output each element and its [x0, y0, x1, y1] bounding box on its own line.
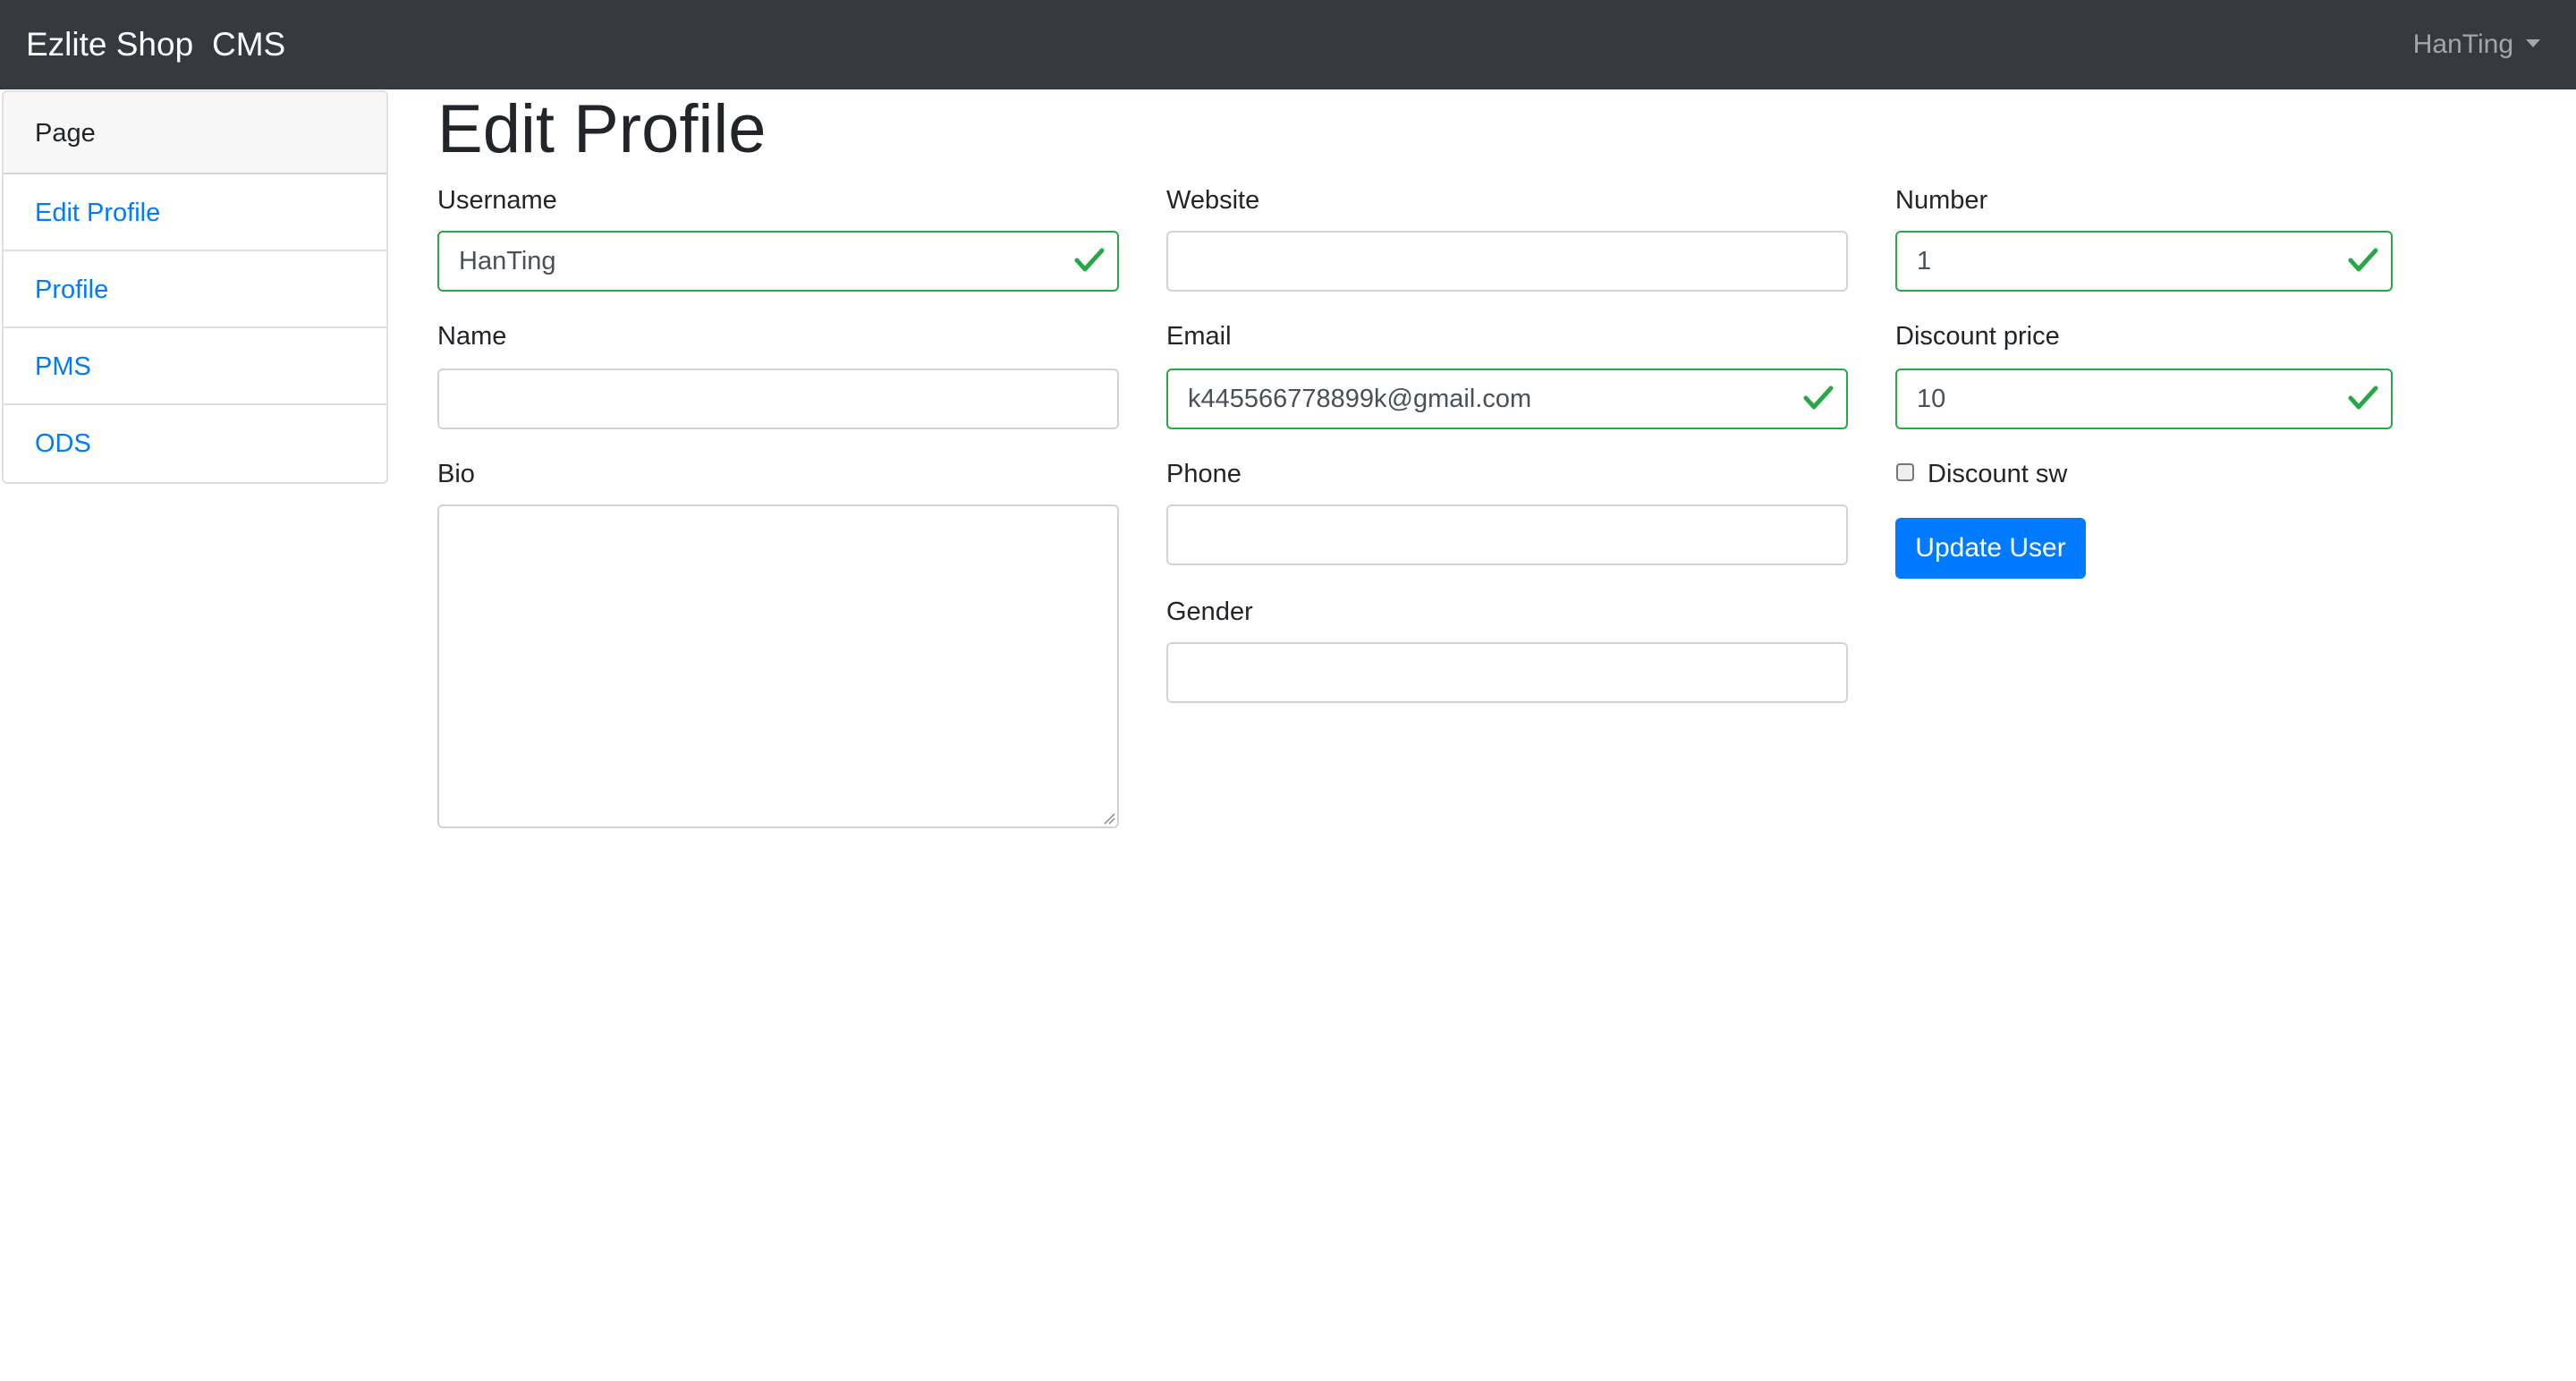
update-user-button[interactable]: Update User — [1895, 518, 2086, 579]
website-input[interactable] — [1166, 231, 1848, 292]
caret-down-icon — [2526, 39, 2540, 47]
brand-link[interactable]: Ezlite Shop — [26, 25, 193, 64]
username-input[interactable]: HanTing — [437, 231, 1119, 292]
user-menu-dropdown[interactable]: HanTing — [2413, 27, 2540, 63]
check-icon — [2348, 385, 2378, 410]
website-label: Website — [1166, 186, 1260, 215]
email-input[interactable]: k445566778899k@gmail.com — [1166, 369, 1848, 429]
discount-sw-label[interactable]: Discount sw — [1928, 458, 2067, 490]
gender-label: Gender — [1166, 597, 1253, 626]
resize-handle-icon[interactable] — [1103, 812, 1115, 825]
discount-price-label: Discount price — [1895, 322, 2060, 351]
bio-label: Bio — [437, 460, 475, 488]
number-value: 1 — [1917, 247, 1932, 275]
cms-link[interactable]: CMS — [212, 25, 285, 64]
username-value: HanTing — [459, 247, 556, 275]
user-menu-label: HanTing — [2412, 30, 2513, 59]
gender-input[interactable] — [1166, 642, 1848, 703]
phone-label: Phone — [1166, 460, 1241, 488]
top-navbar: Ezlite Shop CMS HanTing — [0, 0, 2576, 89]
discount-price-value: 10 — [1917, 385, 1946, 413]
page-title: Edit Profile — [437, 91, 767, 167]
sidebar-item-edit-profile[interactable]: Edit Profile — [4, 174, 386, 251]
sidebar-item-pms[interactable]: PMS — [4, 328, 386, 405]
discount-sw-checkbox[interactable] — [1896, 463, 1914, 481]
check-icon — [1074, 248, 1105, 272]
number-input[interactable]: 1 — [1895, 231, 2393, 292]
sidebar: Page Edit Profile Profile PMS ODS — [2, 90, 388, 484]
check-icon — [1803, 385, 1834, 410]
number-label: Number — [1895, 186, 1988, 215]
sidebar-header: Page — [4, 92, 386, 174]
name-input[interactable] — [437, 369, 1119, 429]
bio-textarea[interactable] — [437, 504, 1119, 828]
username-label: Username — [437, 186, 557, 215]
name-label: Name — [437, 322, 507, 351]
phone-input[interactable] — [1166, 504, 1848, 565]
discount-price-input[interactable]: 10 — [1895, 369, 2393, 429]
sidebar-item-ods[interactable]: ODS — [4, 405, 386, 482]
email-value: k445566778899k@gmail.com — [1188, 385, 1532, 413]
sidebar-item-profile[interactable]: Profile — [4, 251, 386, 328]
check-icon — [2348, 248, 2378, 272]
email-label: Email — [1166, 322, 1232, 351]
